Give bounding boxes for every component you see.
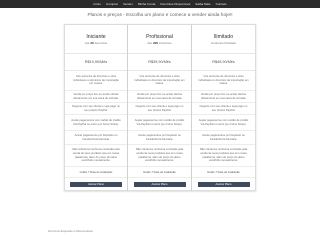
plan-button-wrap: Assinar Plano [128, 178, 191, 190]
footer-heading: Domínios Especiais e Diferenciados [48, 229, 93, 233]
plan-feature: Crie anúncios de domínios e sites indivi… [65, 71, 127, 91]
subscribe-button[interactable]: Assinar Plano [70, 181, 122, 187]
plan-price: R$19,90/Mês [65, 53, 127, 71]
plan-feature: Aceite pagamentos por Depósito ou transf… [65, 131, 127, 145]
plan-feature: Aceite pagamentos com cartão de crédito … [65, 115, 127, 131]
plan-price: R$49,90/Mês [192, 53, 255, 71]
plan-trial: Grátis 7 Dias de Avaliação [128, 167, 191, 178]
pricing-plans: Iniciante Até 20 Anúncios R$19,90/Mês Cr… [64, 24, 256, 191]
nav-learn-more-link[interactable]: Saiba Mais [195, 2, 210, 6]
plan-feature: Não cobramos nenhuma comissão pela venda… [65, 145, 127, 167]
plan-feature: Não cobramos nenhuma comissão pela venda… [192, 145, 255, 167]
plan-feature: Crie anúncios de domínios e sites indivi… [128, 71, 191, 91]
plan-listing-limit: Anúncios Ilimitado [211, 41, 236, 45]
plan-feature: Negocie com seu cliente e seja pago no s… [128, 103, 191, 115]
plan-card-professional: Profissional Até 200 Anúncios R$39,90/Mê… [128, 24, 192, 191]
plan-feature: Aceite pagamentos com cartão de crédito … [192, 115, 255, 131]
plan-limit-prefix: Até [84, 40, 90, 45]
plan-feature: Venda por preço fixo ou aceite ofertas d… [128, 91, 191, 103]
plan-listing-limit: Até 20 Anúncios [85, 41, 107, 45]
plan-header: Ilimitado Anúncios Ilimitado [192, 25, 255, 53]
plan-card-unlimited: Ilimitado Anúncios Ilimitado R$49,90/Mês… [192, 24, 256, 191]
plan-card-starter: Iniciante Até 20 Anúncios R$19,90/Mês Cr… [64, 24, 128, 191]
plan-limit-count: 200 [152, 40, 159, 45]
plan-limit-suffix: Anúncios [158, 40, 172, 45]
plan-price: R$39,90/Mês [128, 53, 191, 71]
nav-domains-link[interactable]: Domínios Disponíveis [160, 2, 190, 6]
plan-features: Crie anúncios de domínios e sites indivi… [128, 71, 191, 167]
plan-limit-suffix: Anúncios Ilimitado [210, 40, 237, 45]
plan-button-wrap: Assinar Plano [192, 178, 255, 190]
plan-name: Iniciante [86, 33, 106, 40]
plan-feature: Crie anúncios de domínios e sites indivi… [192, 71, 255, 91]
plan-limit-suffix: Anúncios [94, 40, 108, 45]
plan-feature: Não cobramos nenhuma comissão pela venda… [128, 145, 191, 167]
nav-home-link[interactable]: Início [94, 2, 101, 6]
plan-trial: Grátis 7 Dias de Avaliação [65, 167, 127, 178]
plan-header: Profissional Até 200 Anúncios [128, 25, 191, 53]
plan-feature: Negocie com seu cliente e seja pago no s… [192, 103, 255, 115]
plan-trial: Grátis 7 Dias de Avaliação [192, 167, 255, 178]
subscribe-button[interactable]: Assinar Plano [197, 181, 250, 187]
nav-sell-link[interactable]: Vender [123, 2, 133, 6]
plan-limit-prefix: Até [147, 40, 153, 45]
plan-feature: Aceite pagamentos por Depósito ou transf… [192, 131, 255, 145]
plan-feature: Negocie com seu cliente e seja pago no s… [65, 103, 127, 115]
plan-feature: Aceite pagamentos por Depósito ou transf… [128, 131, 191, 145]
plan-features: Crie anúncios de domínios e sites indivi… [65, 71, 127, 167]
plan-feature: Venda por preço fixo ou aceite ofertas d… [192, 91, 255, 103]
nav-account-link[interactable]: Minha Conta [138, 2, 156, 6]
plan-button-wrap: Assinar Plano [65, 178, 127, 190]
plan-listing-limit: Até 200 Anúncios [147, 41, 171, 45]
top-nav: Início Comprar Vender Minha Conta Domíni… [0, 0, 320, 8]
plan-header: Iniciante Até 20 Anúncios [65, 25, 127, 53]
subscribe-button[interactable]: Assinar Plano [133, 181, 186, 187]
plan-features: Crie anúncios de domínios e sites indivi… [192, 71, 255, 167]
nav-contact-link[interactable]: Contato [216, 2, 227, 6]
plan-feature: Venda por preço fixo ou aceite ofertas d… [65, 91, 127, 103]
nav-buy-link[interactable]: Comprar [106, 2, 118, 6]
page-headline: Planos e preços - Escolha um plano e com… [87, 13, 233, 18]
plan-name: Ilimitado [213, 33, 234, 40]
plan-name: Profissional [146, 33, 173, 40]
plan-feature: Aceite pagamentos com cartão de crédito … [128, 115, 191, 131]
